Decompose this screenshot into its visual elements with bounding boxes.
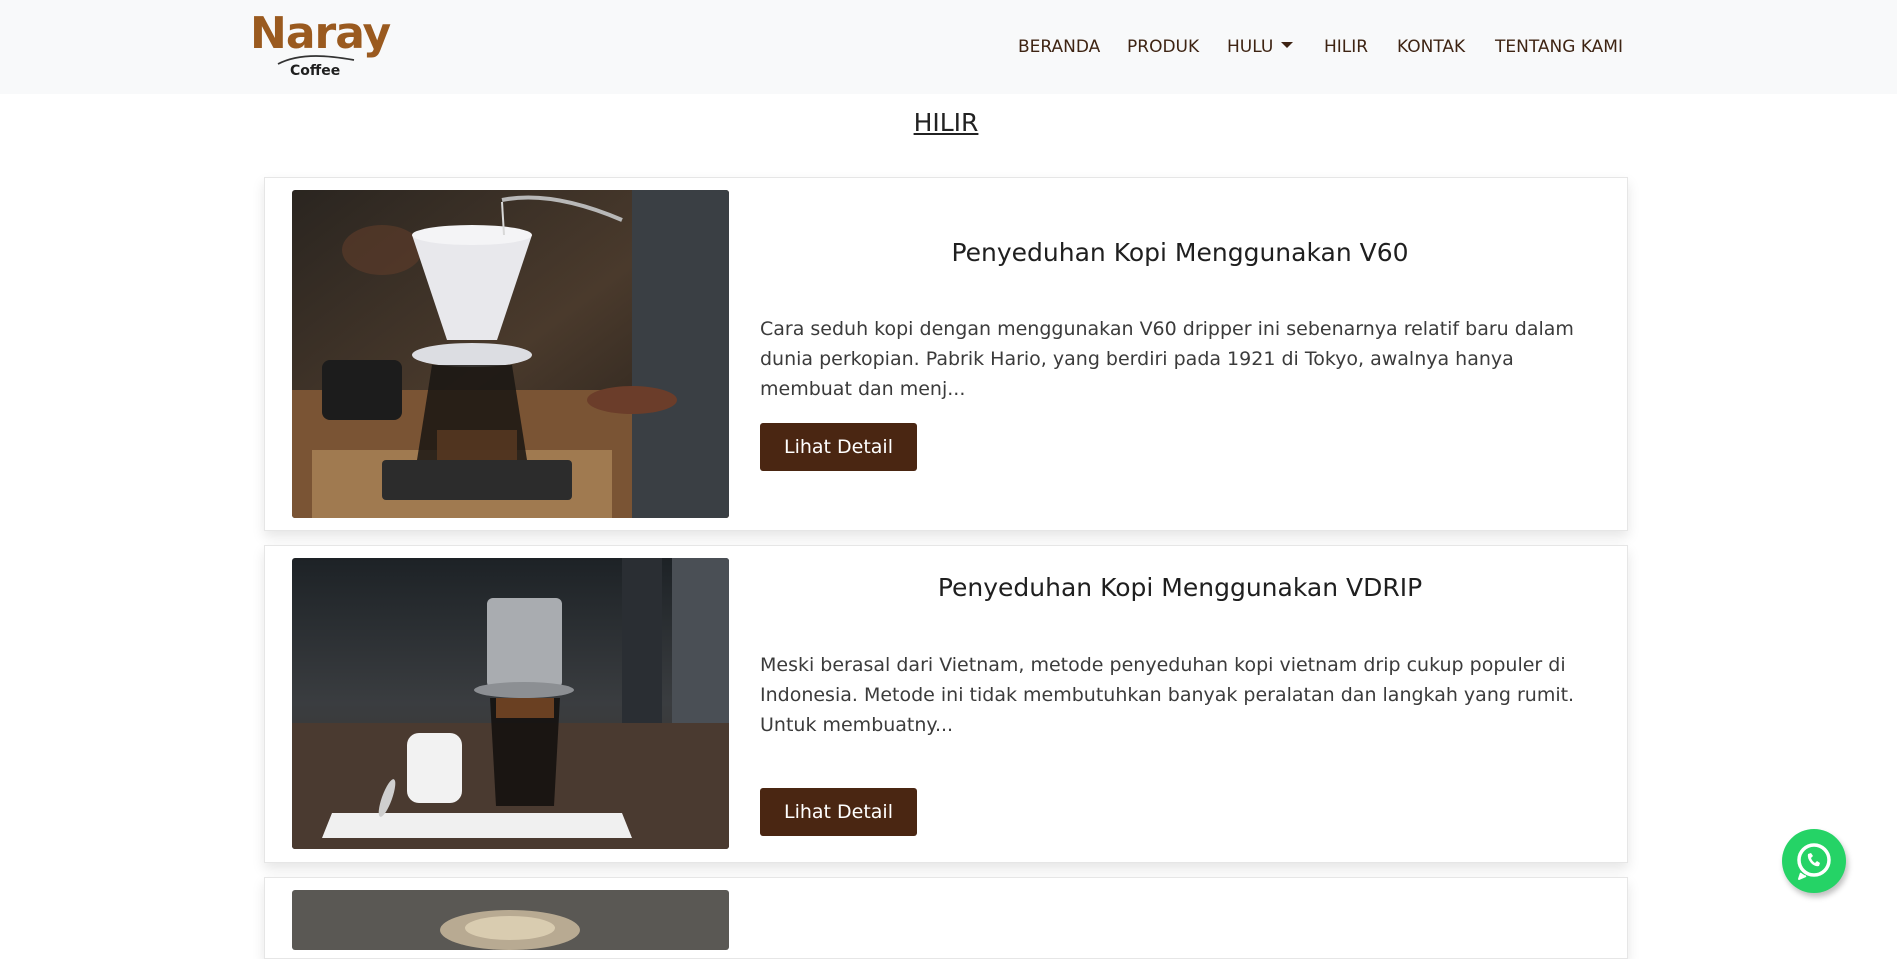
nav-tentang-kami[interactable]: TENTANG KAMI [1495, 36, 1623, 58]
detail-button[interactable]: Lihat Detail [760, 423, 917, 471]
article-card: Penyeduhan Kopi Menggunakan V60 Cara sed… [264, 177, 1628, 531]
brand-name: Naray [250, 8, 391, 59]
coffee-photo [292, 890, 729, 950]
nav-hilir[interactable]: HILIR [1324, 36, 1368, 58]
article-card: Penyeduhan Kopi Menggunakan VDRIP Meski … [264, 545, 1628, 863]
card-title: Penyeduhan Kopi Menggunakan V60 [951, 238, 1409, 267]
nav-hulu-label: HULU [1227, 37, 1274, 57]
nav-kontak[interactable]: KONTAK [1397, 36, 1465, 58]
brand-logo[interactable]: Naray Coffee [250, 10, 391, 82]
vdrip-coffee-photo [292, 558, 729, 849]
nav-produk[interactable]: PRODUK [1127, 36, 1199, 58]
whatsapp-icon [1797, 843, 1831, 880]
nav-hulu-dropdown[interactable]: HULU [1227, 36, 1294, 58]
detail-button[interactable]: Lihat Detail [760, 788, 917, 836]
caret-down-icon [1281, 42, 1294, 48]
brand-subtitle: Coffee [290, 63, 341, 79]
v60-coffee-photo [292, 190, 729, 518]
card-description: Meski berasal dari Vietnam, metode penye… [760, 654, 1575, 736]
nav-beranda[interactable]: BERANDA [1018, 36, 1100, 58]
card-title: Penyeduhan Kopi Menggunakan VDRIP [937, 573, 1423, 602]
card-description: Cara seduh kopi dengan menggunakan V60 d… [760, 318, 1574, 400]
navbar: Naray Coffee BERANDA PRODUK HULU HILIR K… [0, 0, 1897, 94]
article-card [264, 877, 1628, 959]
whatsapp-button[interactable] [1782, 829, 1846, 893]
page-title: HILIR [913, 108, 979, 137]
